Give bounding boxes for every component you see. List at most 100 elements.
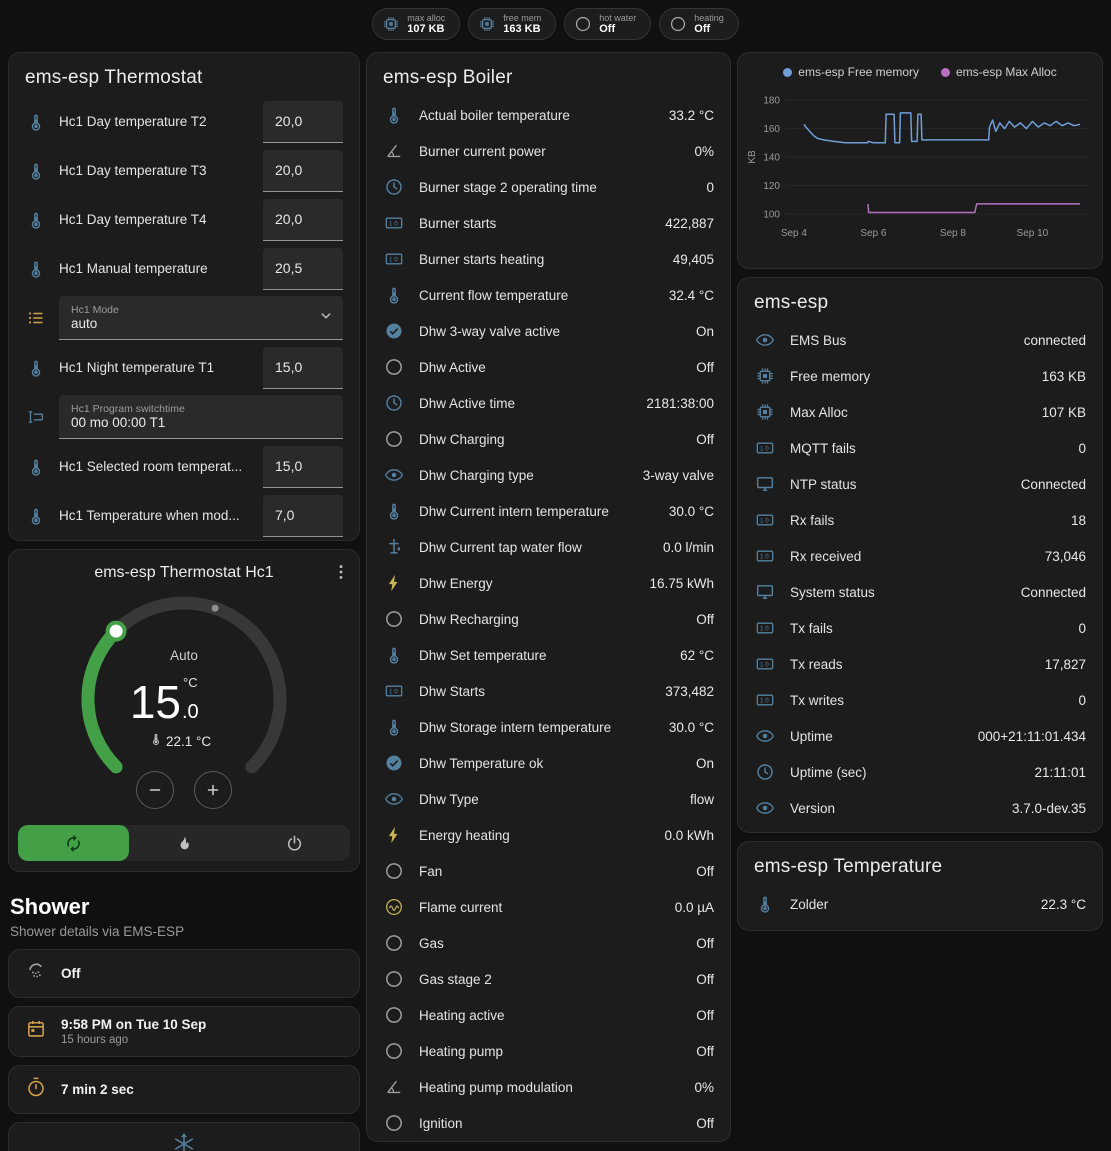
entity-row[interactable]: GasOff [367, 925, 730, 961]
dots-vertical-icon [331, 562, 351, 582]
counter-icon: 1 0 [755, 618, 775, 638]
entity-row[interactable]: 1 0Tx reads17,827 [738, 646, 1102, 682]
shower-row[interactable]: 9:58 PM on Tue 10 Sep15 hours ago [8, 1006, 360, 1057]
decrease-button[interactable] [136, 771, 174, 809]
shower-row[interactable]: Off [8, 949, 360, 998]
entity-name: Dhw Set temperature [419, 648, 666, 663]
temperature-input[interactable] [263, 150, 343, 192]
entity-icon-box [754, 474, 776, 494]
temperature-entity-rows: Zolder22.3 °C [738, 886, 1102, 930]
entity-row[interactable]: Gas stage 2Off [367, 961, 730, 997]
status-chip-heating[interactable]: heatingOff [659, 8, 739, 40]
circle-icon [384, 1005, 404, 1025]
entity-row[interactable]: Dhw Energy16.75 kWh [367, 565, 730, 601]
shower-extra-card[interactable] [8, 1122, 360, 1151]
entity-row[interactable]: 1 0Rx fails18 [738, 502, 1102, 538]
counter-icon: 1 0 [384, 249, 404, 269]
entity-row[interactable]: Actual boiler temperature33.2 °C [367, 97, 730, 133]
entity-row[interactable]: Dhw Storage intern temperature30.0 °C [367, 709, 730, 745]
entity-row[interactable]: 1 0MQTT fails0 [738, 430, 1102, 466]
mode-button-off[interactable] [239, 825, 350, 861]
entity-row[interactable]: Burner stage 2 operating time0 [367, 169, 730, 205]
entity-row[interactable]: FanOff [367, 853, 730, 889]
entity-row[interactable]: Heating activeOff [367, 997, 730, 1033]
entity-name: Hc1 Day temperature T2 [59, 114, 251, 129]
entity-row[interactable]: Heating pump modulation0% [367, 1069, 730, 1105]
shower-section-subtitle: Shower details via EMS-ESP [8, 920, 360, 941]
entity-row[interactable]: Uptime000+21:11:01.434 [738, 718, 1102, 754]
entity-row[interactable]: EMS Busconnected [738, 322, 1102, 358]
temperature-input[interactable] [263, 199, 343, 241]
entity-row[interactable]: Dhw 3-way valve activeOn [367, 313, 730, 349]
entity-icon-box [383, 897, 405, 917]
temperature-input[interactable] [263, 347, 343, 389]
entity-row[interactable]: System statusConnected [738, 574, 1102, 610]
entity-row[interactable]: 1 0Burner starts422,887 [367, 205, 730, 241]
legend-item[interactable]: ems-esp Max Alloc [941, 65, 1057, 79]
entity-row[interactable]: Dhw Current tap water flow0.0 l/min [367, 529, 730, 565]
entity-row[interactable]: Dhw Active time2181:38:00 [367, 385, 730, 421]
entity-icon-box [383, 861, 405, 881]
entity-row[interactable]: Version3.7.0-dev.35 [738, 790, 1102, 826]
entity-icon-box [383, 177, 405, 197]
entity-row[interactable]: Dhw Temperature okOn [367, 745, 730, 781]
entity-row[interactable]: IgnitionOff [367, 1105, 730, 1141]
temperature-input[interactable] [263, 446, 343, 488]
entity-row[interactable]: 1 0Rx received73,046 [738, 538, 1102, 574]
chip-label: hot water [599, 13, 636, 23]
entity-row[interactable]: Flame current0.0 µA [367, 889, 730, 925]
entity-state: Off [696, 1116, 714, 1131]
entity-row[interactable]: Heating pumpOff [367, 1033, 730, 1069]
entity-row[interactable]: Dhw Set temperature62 °C [367, 637, 730, 673]
legend-item[interactable]: ems-esp Free memory [783, 65, 919, 79]
left-column: ems-esp Thermostat Hc1 Day temperature T… [8, 52, 360, 1151]
water-pump-icon [384, 537, 404, 557]
svg-text:140: 140 [763, 153, 780, 164]
increase-button[interactable] [194, 771, 232, 809]
entity-row[interactable]: Dhw ActiveOff [367, 349, 730, 385]
entity-name: Burner starts heating [419, 252, 659, 267]
entity-row[interactable]: Dhw ChargingOff [367, 421, 730, 457]
svg-text:Sep 4: Sep 4 [781, 228, 808, 239]
entity-row[interactable]: 1 0Dhw Starts373,482 [367, 673, 730, 709]
temperature-input[interactable] [263, 495, 343, 537]
svg-text:1 0: 1 0 [760, 626, 769, 633]
entity-row[interactable]: Dhw Charging type3-way valve [367, 457, 730, 493]
entity-row[interactable]: 1 0Tx fails0 [738, 610, 1102, 646]
entity-row[interactable]: NTP statusConnected [738, 466, 1102, 502]
entity-row[interactable]: Uptime (sec)21:11:01 [738, 754, 1102, 790]
temperature-input[interactable] [263, 101, 343, 143]
entity-row[interactable]: Dhw RechargingOff [367, 601, 730, 637]
clock-icon [384, 393, 404, 413]
entity-row[interactable]: Dhw Current intern temperature30.0 °C [367, 493, 730, 529]
temperature-input[interactable] [263, 248, 343, 290]
switchtime-field[interactable]: Hc1 Program switchtime00 mo 00:00 T1 [59, 395, 343, 439]
status-chip-max-alloc[interactable]: max alloc107 KB [372, 8, 460, 40]
dial-knob[interactable] [108, 623, 125, 640]
entity-row[interactable]: 1 0Burner starts heating49,405 [367, 241, 730, 277]
entity-name: NTP status [790, 477, 1007, 492]
entity-row[interactable]: Zolder22.3 °C [738, 886, 1102, 922]
mode-button-auto[interactable] [18, 825, 129, 861]
more-options-button[interactable] [331, 562, 351, 585]
entity-row[interactable]: Current flow temperature32.4 °C [367, 277, 730, 313]
mode-select[interactable]: Hc1 Modeauto [59, 296, 343, 340]
monitor-icon [755, 474, 775, 494]
entity-icon-box [383, 969, 405, 989]
dashboard-columns: ems-esp Thermostat Hc1 Day temperature T… [0, 48, 1111, 1151]
entity-row[interactable]: Free memory163 KB [738, 358, 1102, 394]
entity-row[interactable]: Burner current power0% [367, 133, 730, 169]
entity-row[interactable]: 1 0Tx writes0 [738, 682, 1102, 718]
entity-row[interactable]: Max Alloc107 KB [738, 394, 1102, 430]
entity-row[interactable]: Energy heating0.0 kWh [367, 817, 730, 853]
eye-icon [384, 465, 404, 485]
circle-icon [384, 609, 404, 629]
legend-dot [941, 68, 950, 77]
mode-button-heat[interactable] [129, 825, 240, 861]
dial-card-title: ems-esp Thermostat Hc1 [94, 564, 273, 582]
entity-state: 18 [1071, 513, 1086, 528]
status-chip-free-mem[interactable]: free mem163 KB [468, 8, 556, 40]
entity-row[interactable]: Dhw Typeflow [367, 781, 730, 817]
shower-row[interactable]: 7 min 2 sec [8, 1065, 360, 1114]
status-chip-hot-water[interactable]: hot waterOff [564, 8, 651, 40]
